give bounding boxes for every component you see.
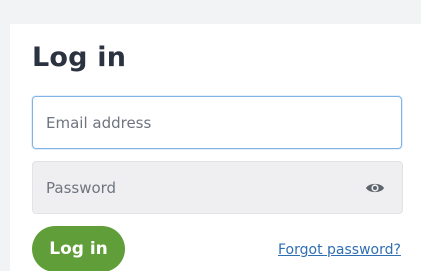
page-title: Log in [32, 42, 127, 73]
forgot-password-link[interactable]: Forgot password? [278, 242, 401, 258]
login-card: Log in Log in Forgot password? [10, 24, 421, 271]
password-field[interactable] [33, 162, 353, 213]
eye-icon[interactable] [365, 178, 385, 198]
password-field-container [32, 161, 403, 214]
email-field[interactable] [32, 96, 402, 149]
login-button[interactable]: Log in [32, 226, 125, 271]
login-page: Log in Log in Forgot password? [0, 0, 421, 271]
